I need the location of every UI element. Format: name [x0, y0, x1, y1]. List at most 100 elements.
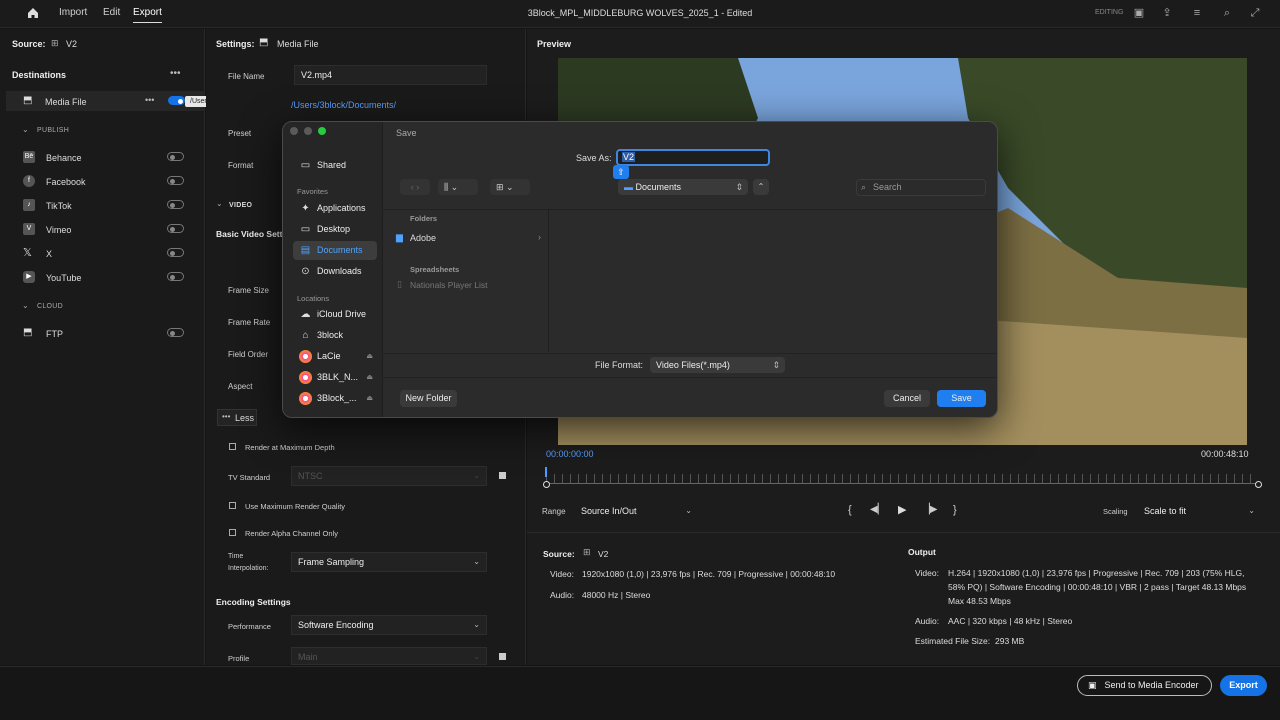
- ftp-toggle[interactable]: [167, 328, 184, 337]
- eject-icon[interactable]: ⏏: [366, 389, 373, 408]
- sidebar-downloads[interactable]: ⊙ Downloads: [293, 262, 377, 281]
- save-button[interactable]: Save: [937, 390, 986, 407]
- destinations-more-icon[interactable]: •••: [170, 68, 181, 79]
- save-as-value: V2: [622, 152, 636, 162]
- file-format-popup[interactable]: Video Files(*.mp4) ⇕: [650, 357, 785, 373]
- behance-icon: Bē: [23, 151, 35, 163]
- close-window-icon[interactable]: [290, 127, 298, 135]
- fullscreen-icon[interactable]: ⤢: [1248, 6, 1262, 20]
- sidebar-icloud-drive[interactable]: ☁ iCloud Drive: [293, 305, 377, 324]
- behance-toggle[interactable]: [167, 152, 184, 161]
- time-interpolation-select[interactable]: Frame Sampling ⌄: [291, 552, 487, 572]
- downloads-label: Downloads: [317, 266, 362, 276]
- out-point-handle[interactable]: [1255, 481, 1262, 488]
- drive-icon: [299, 392, 312, 405]
- range-select[interactable]: Source In/Out ⌄: [574, 501, 699, 521]
- location-popup[interactable]: ▬ Documents ⇕: [618, 179, 748, 195]
- max-render-quality-checkbox[interactable]: [229, 502, 236, 509]
- field-order-label: Field Order: [228, 350, 269, 359]
- file-name-field[interactable]: V2.mp4: [294, 65, 487, 85]
- column-view-icon[interactable]: ⫼ ⌄: [438, 179, 478, 195]
- format-label: Format: [228, 161, 254, 170]
- tiktok-label: TikTok: [46, 201, 72, 211]
- in-point-handle[interactable]: [543, 481, 550, 488]
- send-to-media-encoder-button[interactable]: ▣ Send to Media Encoder: [1077, 675, 1212, 696]
- folders-header: Folders: [410, 214, 438, 223]
- alpha-only-checkbox[interactable]: [229, 529, 236, 536]
- alpha-only-label: Render Alpha Channel Only: [245, 529, 338, 538]
- sidebar-3block-drive[interactable]: 3Block_... ⏏: [293, 389, 377, 408]
- vimeo-toggle[interactable]: [167, 224, 184, 233]
- facebook-toggle[interactable]: [167, 176, 184, 185]
- location-link[interactable]: /Users/3block/Documents/: [291, 100, 396, 110]
- expand-dialog-icon[interactable]: ⇧: [613, 165, 629, 179]
- profile-chevron-icon: ⌄: [473, 652, 480, 661]
- media-file-icon: ⬒: [23, 95, 33, 106]
- tiktok-toggle[interactable]: [167, 200, 184, 209]
- sidebar-shared[interactable]: ▭ Shared: [293, 156, 377, 175]
- export-button[interactable]: Export: [1220, 675, 1267, 696]
- 3blk-n-label: 3BLK_N...: [317, 372, 359, 382]
- media-file-more-icon[interactable]: •••: [145, 95, 154, 105]
- save-as-field[interactable]: V2: [616, 149, 770, 166]
- lacie-label: LaCie: [317, 351, 341, 361]
- youtube-toggle[interactable]: [167, 272, 184, 281]
- source-sequence-icon: ⊞: [583, 547, 591, 557]
- playhead[interactable]: [545, 467, 547, 477]
- profile-value: Main: [298, 652, 318, 662]
- cancel-button[interactable]: Cancel: [884, 390, 930, 407]
- drive-icon: [299, 371, 312, 384]
- eject-icon[interactable]: ⏏: [366, 368, 373, 387]
- menu-icon[interactable]: ≡: [1190, 6, 1204, 20]
- sidebar-documents[interactable]: ▤ Documents: [293, 241, 377, 260]
- performance-select[interactable]: Software Encoding ⌄: [291, 615, 487, 635]
- minimize-window-icon[interactable]: [304, 127, 312, 135]
- source-audio-value: 48000 Hz | Stereo: [582, 590, 651, 600]
- publish-chevron-icon[interactable]: ⌄: [22, 125, 29, 134]
- toolbar-divider: [383, 209, 997, 210]
- search-icon[interactable]: ⌕: [1220, 6, 1234, 20]
- cloud-chevron-icon[interactable]: ⌄: [22, 301, 29, 310]
- grid-view-icon[interactable]: ⊞ ⌄: [490, 179, 530, 195]
- play-icon[interactable]: ▶: [898, 503, 906, 516]
- timeline-track: [546, 483, 1258, 484]
- sidebar-3block[interactable]: ⌂ 3block: [293, 326, 377, 345]
- tv-standard-checkbox[interactable]: [499, 472, 506, 479]
- tv-standard-chevron-icon: ⌄: [473, 471, 480, 480]
- mark-in-icon[interactable]: {: [848, 504, 852, 516]
- back-forward-icon[interactable]: ‹ ›: [400, 179, 430, 195]
- media-file-label: Media File: [45, 97, 87, 107]
- sidebar-desktop[interactable]: ▭ Desktop: [293, 220, 377, 239]
- profile-select[interactable]: Main ⌄: [291, 647, 487, 665]
- eject-icon[interactable]: ⏏: [366, 347, 373, 366]
- sidebar-lacie[interactable]: LaCie ⏏: [293, 347, 377, 366]
- workspace-mode[interactable]: EDITING: [1095, 9, 1123, 16]
- timecode-start: 00:00:00:00: [546, 449, 594, 459]
- panel-icon[interactable]: ▣: [1132, 6, 1146, 20]
- cloud-header: CLOUD: [37, 303, 64, 310]
- collapse-icon[interactable]: ⌃: [753, 179, 769, 195]
- sidebar-3blk-n[interactable]: 3BLK_N... ⏏: [293, 368, 377, 387]
- updown-icon: ⇕: [772, 360, 780, 370]
- search-field[interactable]: ⌕ Search: [856, 179, 986, 196]
- tv-standard-select[interactable]: NTSC ⌄: [291, 466, 487, 486]
- new-folder-button[interactable]: New Folder: [400, 390, 457, 407]
- less-button[interactable]: ••• Less: [217, 409, 257, 426]
- render-max-depth-checkbox[interactable]: [229, 443, 236, 450]
- step-back-icon[interactable]: ◀▏: [870, 504, 885, 515]
- zoom-window-icon[interactable]: [318, 127, 326, 135]
- mark-out-icon[interactable]: }: [953, 504, 957, 516]
- media-file-toggle[interactable]: [168, 96, 185, 105]
- x-toggle[interactable]: [167, 248, 184, 257]
- folder-adobe[interactable]: ▆ Adobe ›: [393, 230, 543, 247]
- 3block-drive-label: 3Block_...: [317, 393, 357, 403]
- profile-checkbox[interactable]: [499, 653, 506, 660]
- step-forward-icon[interactable]: ▕▶: [922, 504, 937, 515]
- preview-title: Preview: [537, 39, 572, 49]
- share-icon[interactable]: ⇪: [1160, 6, 1174, 20]
- scaling-select[interactable]: Scale to fit ⌄: [1137, 501, 1262, 521]
- scaling-value: Scale to fit: [1144, 506, 1187, 516]
- home-folder-icon: ⌂: [302, 330, 309, 341]
- video-chevron-icon[interactable]: ⌄: [216, 199, 223, 208]
- sidebar-applications[interactable]: ✦ Applications: [293, 199, 377, 218]
